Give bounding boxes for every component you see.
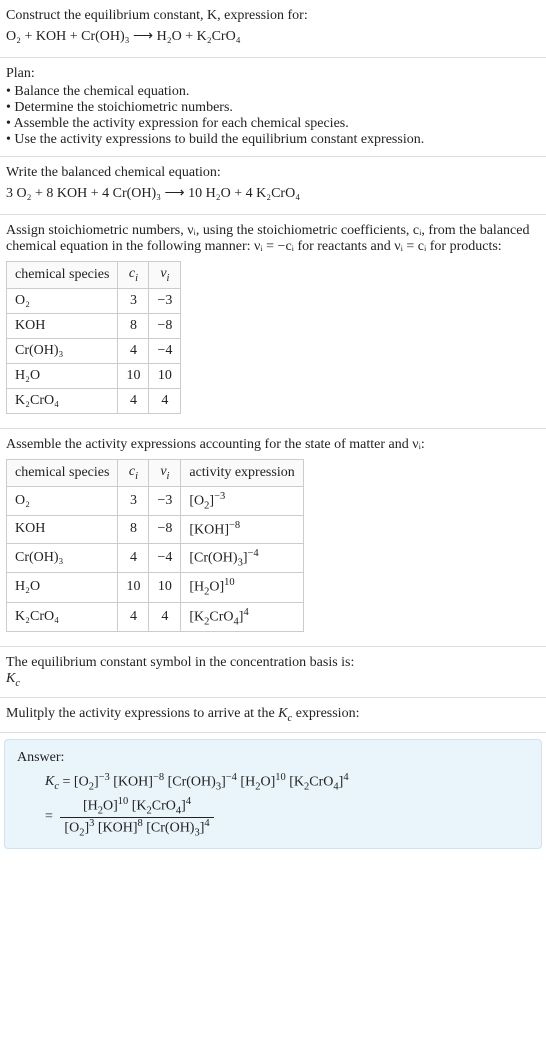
symbol-kc: Kc <box>6 671 540 689</box>
cell-ci: 4 <box>118 602 149 631</box>
stoich-table: chemical species ci νi O₂ 3 −3 KOH 8 −8 … <box>6 261 181 414</box>
cell-vi: −4 <box>149 543 181 572</box>
plan-item: Use the activity expressions to build th… <box>6 132 540 148</box>
answer-expression: Kc = [O2]−3 [KOH]−8 [Cr(OH)3]−4 [H2O]10 … <box>17 772 529 792</box>
cell-ci: 4 <box>118 388 149 413</box>
plan-list: Balance the chemical equation. Determine… <box>6 84 540 148</box>
balanced-heading: Write the balanced chemical equation: <box>6 165 540 181</box>
cell-vi: −3 <box>149 486 181 515</box>
table-row: KOH 8 −8 [KOH]−8 <box>7 516 304 544</box>
cell-ci: 3 <box>118 486 149 515</box>
cell-species: KOH <box>7 516 118 544</box>
cell-species: H₂O <box>7 363 118 388</box>
table-row: Cr(OH)₃ 4 −4 [Cr(OH)3]−4 <box>7 543 304 572</box>
table-header-row: chemical species ci νi <box>7 262 181 289</box>
table-row: H₂O 10 10 [H2O]10 <box>7 573 304 602</box>
cell-vi: −8 <box>149 313 181 338</box>
plan-item: Balance the chemical equation. <box>6 84 540 100</box>
cell-ci: 4 <box>118 338 149 363</box>
table-row: O₂ 3 −3 <box>7 288 181 313</box>
cell-vi: −3 <box>149 288 181 313</box>
cell-species: O₂ <box>7 288 118 313</box>
col-ci: ci <box>118 459 149 486</box>
cell-activity: [H2O]10 <box>181 573 303 602</box>
table-row: K₂CrO₄ 4 4 <box>7 388 181 413</box>
table-header-row: chemical species ci νi activity expressi… <box>7 459 304 486</box>
table-row: K₂CrO₄ 4 4 [K2CrO4]4 <box>7 602 304 631</box>
cell-species: KOH <box>7 313 118 338</box>
intro-line: Construct the equilibrium constant, K, e… <box>6 8 540 24</box>
cell-ci: 8 <box>118 516 149 544</box>
cell-ci: 4 <box>118 543 149 572</box>
cell-vi: −4 <box>149 338 181 363</box>
cell-vi: 10 <box>149 363 181 388</box>
plan-item: Assemble the activity expression for eac… <box>6 116 540 132</box>
col-activity: activity expression <box>181 459 303 486</box>
cell-activity: [KOH]−8 <box>181 516 303 544</box>
intro-text: Construct the equilibrium constant, K, e… <box>6 8 308 23</box>
cell-activity: [K2CrO4]4 <box>181 602 303 631</box>
cell-vi: −8 <box>149 516 181 544</box>
multiply-text: Mulitply the activity expressions to arr… <box>6 706 540 724</box>
table-row: O₂ 3 −3 [O2]−3 <box>7 486 304 515</box>
symbol-section: The equilibrium constant symbol in the c… <box>0 647 546 698</box>
cell-vi: 4 <box>149 388 181 413</box>
plan-section: Plan: Balance the chemical equation. Det… <box>0 58 546 157</box>
plan-heading: Plan: <box>6 66 540 82</box>
answer-fraction: = [H2O]10 [K2CrO4]4 [O2]3 [KOH]8 [Cr(OH)… <box>17 796 529 838</box>
cell-species: Cr(OH)₃ <box>7 338 118 363</box>
answer-label: Answer: <box>17 750 529 766</box>
stoich-intro: Assign stoichiometric numbers, νᵢ, using… <box>6 223 540 255</box>
col-species: chemical species <box>7 459 118 486</box>
cell-species: Cr(OH)₃ <box>7 543 118 572</box>
cell-ci: 10 <box>118 363 149 388</box>
balanced-section: Write the balanced chemical equation: 3 … <box>0 157 546 215</box>
cell-vi: 10 <box>149 573 181 602</box>
cell-species: K₂CrO₄ <box>7 602 118 631</box>
intro-section: Construct the equilibrium constant, K, e… <box>0 0 546 58</box>
cell-activity: [Cr(OH)3]−4 <box>181 543 303 572</box>
activity-section: Assemble the activity expressions accoun… <box>0 429 546 647</box>
activity-intro: Assemble the activity expressions accoun… <box>6 437 540 453</box>
multiply-section: Mulitply the activity expressions to arr… <box>0 698 546 733</box>
answer-box: Answer: Kc = [O2]−3 [KOH]−8 [Cr(OH)3]−4 … <box>4 739 542 849</box>
cell-species: O₂ <box>7 486 118 515</box>
cell-activity: [O2]−3 <box>181 486 303 515</box>
symbol-line1: The equilibrium constant symbol in the c… <box>6 655 540 671</box>
balanced-equation: 3 O₂ + 8 KOH + 4 Cr(OH)₃ ⟶ 10 H₂O + 4 K₂… <box>6 185 540 202</box>
cell-ci: 3 <box>118 288 149 313</box>
cell-vi: 4 <box>149 602 181 631</box>
table-row: H₂O 10 10 <box>7 363 181 388</box>
plan-item: Determine the stoichiometric numbers. <box>6 100 540 116</box>
col-ci: ci <box>118 262 149 289</box>
cell-species: K₂CrO₄ <box>7 388 118 413</box>
table-row: Cr(OH)₃ 4 −4 <box>7 338 181 363</box>
cell-species: H₂O <box>7 573 118 602</box>
col-vi: νi <box>149 262 181 289</box>
col-vi: νi <box>149 459 181 486</box>
unbalanced-equation: O₂ + KOH + Cr(OH)₃ ⟶ H₂O + K₂CrO₄ <box>6 28 540 45</box>
table-row: KOH 8 −8 <box>7 313 181 338</box>
cell-ci: 8 <box>118 313 149 338</box>
col-species: chemical species <box>7 262 118 289</box>
cell-ci: 10 <box>118 573 149 602</box>
stoich-section: Assign stoichiometric numbers, νᵢ, using… <box>0 215 546 429</box>
activity-table: chemical species ci νi activity expressi… <box>6 459 304 632</box>
